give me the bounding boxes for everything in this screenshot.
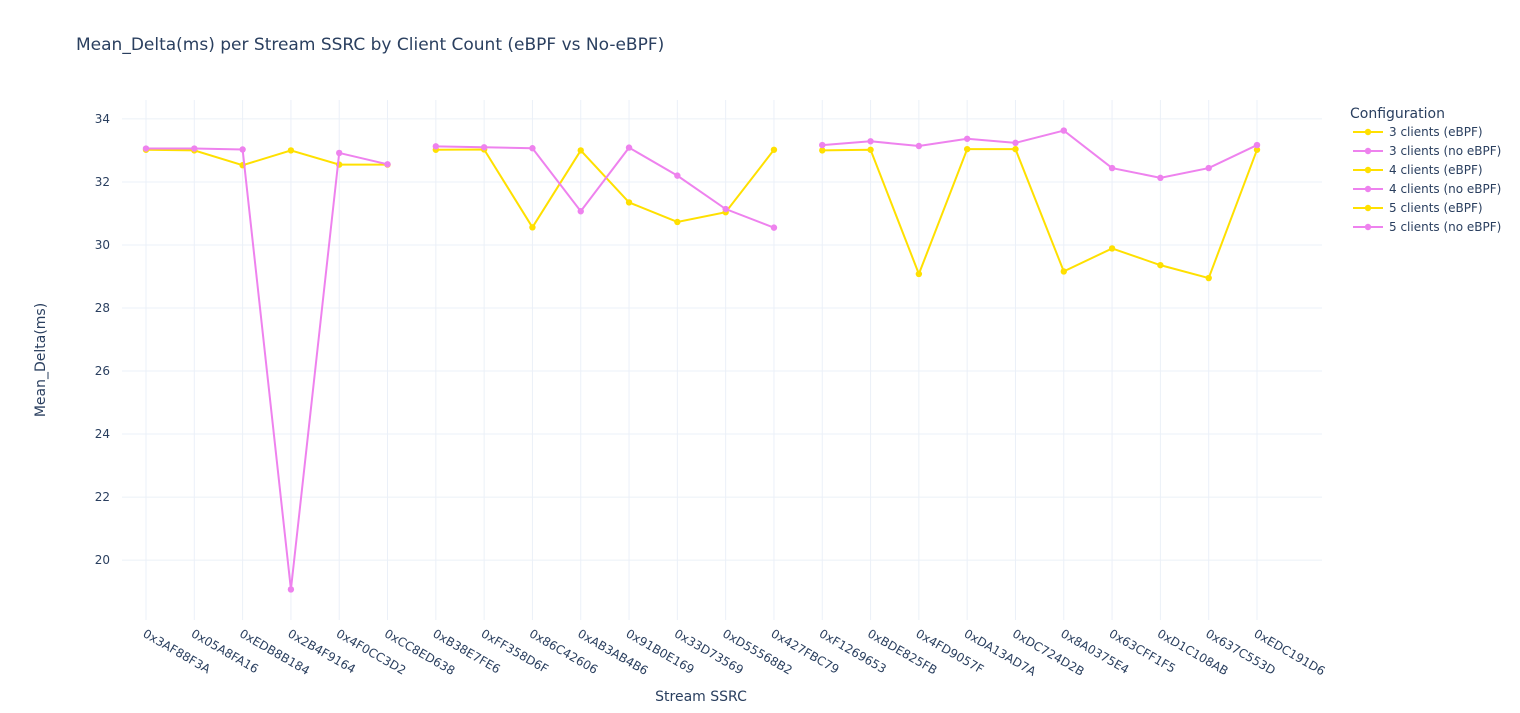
data-point xyxy=(625,144,633,151)
series-5-clients-ebpf- xyxy=(819,145,1261,282)
series-line xyxy=(822,148,1258,280)
data-point xyxy=(1205,164,1212,172)
data-point xyxy=(770,146,778,153)
y-tick-label: 22 xyxy=(95,490,110,504)
data-point xyxy=(867,146,874,153)
data-point xyxy=(674,172,681,179)
data-point xyxy=(529,145,536,152)
data-point xyxy=(384,161,391,168)
data-point xyxy=(963,145,971,153)
data-point xyxy=(1205,274,1212,282)
legend-item[interactable]: 4 clients (no eBPF) xyxy=(1353,182,1501,196)
y-tick-label: 20 xyxy=(95,553,110,567)
data-point xyxy=(577,147,584,154)
legend-swatch-marker xyxy=(1364,223,1372,231)
x-axis-ticks: 0x3AF88F3A0x05A8FA160xEDB8B1840x2B4F9164… xyxy=(141,626,1328,679)
legend-swatch-marker xyxy=(1364,128,1372,136)
series-line xyxy=(435,145,775,229)
legend-title: Configuration xyxy=(1350,106,1445,122)
data-point xyxy=(577,208,584,215)
data-point xyxy=(1157,174,1164,182)
legend-label: 4 clients (no eBPF) xyxy=(1389,182,1501,196)
y-tick-label: 30 xyxy=(95,238,110,252)
legend-label: 3 clients (no eBPF) xyxy=(1389,144,1501,158)
series-3-clients-no-ebpf- xyxy=(142,145,391,593)
data-point xyxy=(915,142,923,150)
legend-label: 5 clients (no eBPF) xyxy=(1389,220,1501,234)
data-point xyxy=(239,146,246,153)
data-point xyxy=(1060,268,1067,275)
series-group xyxy=(142,127,1261,593)
legend-item[interactable]: 3 clients (no eBPF) xyxy=(1353,144,1501,158)
legend: Configuration 3 clients (eBPF) 3 clients … xyxy=(1350,106,1501,234)
y-tick-label: 24 xyxy=(95,427,110,441)
data-point xyxy=(191,145,198,152)
data-point xyxy=(142,145,150,152)
y-tick-label: 26 xyxy=(95,364,110,378)
data-point xyxy=(1060,127,1067,134)
data-point xyxy=(915,270,923,278)
legend-swatch-marker xyxy=(1364,147,1372,155)
data-point xyxy=(674,218,681,226)
data-point xyxy=(1157,261,1164,269)
y-axis-title: Mean_Delta(ms) xyxy=(33,303,49,417)
series-line xyxy=(822,129,1258,179)
series-line xyxy=(146,147,388,590)
data-point xyxy=(432,143,440,150)
series-5-clients-no-ebpf- xyxy=(819,127,1261,182)
y-tick-label: 32 xyxy=(95,175,110,189)
legend-swatch-marker xyxy=(1364,204,1372,212)
data-point xyxy=(770,224,778,231)
series-line xyxy=(145,148,388,167)
legend-label: 3 clients (eBPF) xyxy=(1389,125,1483,139)
legend-item[interactable]: 5 clients (no eBPF) xyxy=(1353,220,1501,234)
chart-title: Mean_Delta(ms) per Stream SSRC by Client… xyxy=(76,35,664,55)
series-line xyxy=(435,148,775,230)
legend-swatch-marker xyxy=(1364,166,1372,174)
line-chart: 20 22 24 26 28 30 32 34 0x3AF88F3A0x05A8FA160xE… xyxy=(33,35,1501,705)
data-point xyxy=(287,147,295,154)
series-3-clients-ebpf- xyxy=(142,146,391,169)
data-point xyxy=(963,135,971,142)
data-point xyxy=(287,586,295,593)
y-axis-ticks: 20 22 24 26 28 30 32 34 xyxy=(95,112,110,567)
data-point xyxy=(1012,145,1019,153)
data-point xyxy=(1253,141,1261,149)
data-point xyxy=(336,149,343,157)
legend-swatch-marker xyxy=(1364,185,1372,193)
legend-label: 5 clients (eBPF) xyxy=(1389,201,1483,215)
legend-item[interactable]: 3 clients (eBPF) xyxy=(1353,125,1483,139)
data-point xyxy=(529,224,536,231)
grid xyxy=(122,100,1322,620)
data-point xyxy=(480,144,488,151)
legend-label: 4 clients (eBPF) xyxy=(1389,163,1483,177)
legend-item[interactable]: 5 clients (eBPF) xyxy=(1353,201,1483,215)
x-axis-title: Stream SSRC xyxy=(655,689,747,705)
data-point xyxy=(722,205,729,213)
data-point xyxy=(819,141,826,149)
data-point xyxy=(1108,164,1116,172)
data-point xyxy=(1108,245,1116,252)
data-point xyxy=(1012,139,1019,147)
y-tick-label: 28 xyxy=(95,301,110,315)
legend-item[interactable]: 4 clients (eBPF) xyxy=(1353,163,1483,177)
data-point xyxy=(867,138,874,145)
data-point xyxy=(625,199,633,206)
y-tick-label: 34 xyxy=(95,112,110,126)
